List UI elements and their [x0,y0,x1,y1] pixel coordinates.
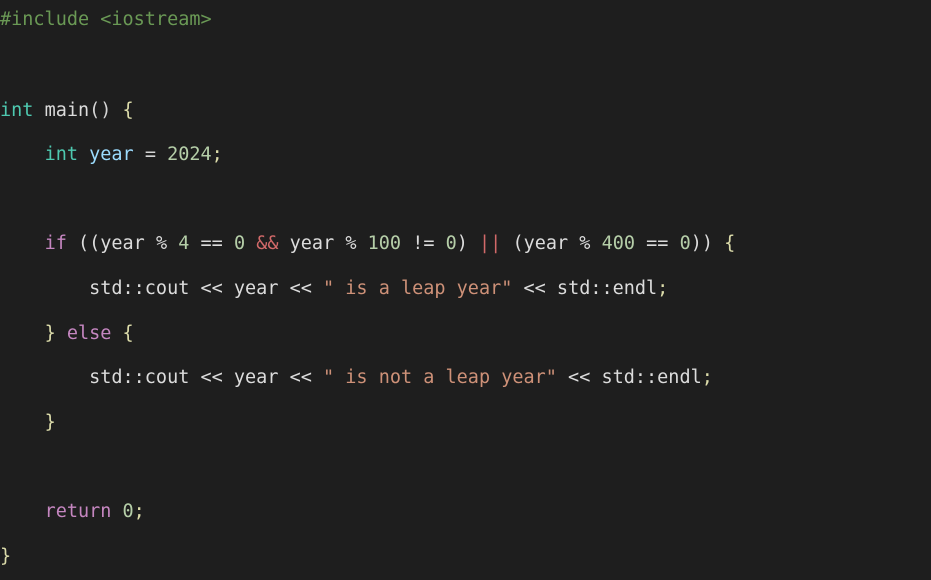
code-token-punct: } [44,322,56,344]
code-token-punct: ; [701,367,713,389]
code-token-punct: } [0,545,12,567]
code-token-str: " is a leap year" [323,277,513,299]
code-line[interactable] [0,44,931,89]
code-line[interactable]: return 0; [0,490,931,535]
code-line[interactable]: } [0,535,931,580]
code-token-plain: () [89,99,112,121]
code-token-preproc: #include <iostream> [0,9,212,30]
code-token-num: 2024 [167,144,212,166]
code-token-ident: std::cout << year << [89,277,324,299]
code-token-ident: (( [66,233,101,255]
code-editor[interactable]: #include <iostream> int main() { int yea… [0,0,931,580]
code-token-kw: else [66,322,112,344]
code-lines-container[interactable]: #include <iostream> int main() { int yea… [0,0,931,579]
code-token-num: 4 [178,233,190,255]
code-token-type: int [0,99,34,121]
code-token-ident: << std::endl [512,277,658,299]
code-token-num: 0 [122,500,134,522]
code-token-ident: == [189,233,234,255]
code-token-punct: } [44,411,56,433]
code-token-ident: % [334,233,368,255]
code-line[interactable]: } else { [0,312,931,357]
code-token-ident: std::cout << year << [89,367,324,389]
code-token-ident [245,233,256,254]
code-token-punct: { [724,233,736,255]
code-token-ident: year [289,233,335,255]
code-token-ident [713,233,724,254]
code-token-str: " is not a leap year" [323,367,557,389]
code-line[interactable] [0,178,931,223]
code-token-num: 0 [679,233,691,255]
code-token-num: 100 [367,233,402,255]
code-token-ident [279,233,290,254]
code-token-num: 0 [445,233,457,255]
code-line[interactable]: int year = 2024; [0,133,931,178]
code-token-ident: year [523,233,569,255]
code-token-ident: ) [456,233,468,255]
code-line[interactable]: std::cout << year << " is not a leap yea… [0,356,931,401]
code-token-punct: ; [133,500,145,522]
code-token-plain: = [144,144,156,166]
code-line[interactable]: std::cout << year << " is a leap year" <… [0,267,931,312]
code-line[interactable]: #include <iostream> [0,0,931,44]
code-token-ident: == [635,233,680,255]
code-token-op: || [479,233,502,255]
code-token-ident: ( [501,233,524,255]
code-token-num: 400 [601,233,636,255]
code-line[interactable]: int main() { [0,89,931,134]
code-token-ident: year [100,233,145,255]
code-token-ident: << std::endl [556,367,702,389]
code-token-var: year [89,144,134,166]
code-token-punct: ; [657,277,669,299]
code-line[interactable]: if ((year % 4 == 0 && year % 100 != 0) |… [0,222,931,267]
code-token-ident: % [568,233,602,255]
code-token-fn: main [44,99,90,121]
code-token-type: int [44,144,78,166]
code-token-punct: { [122,322,134,344]
code-line[interactable] [0,445,931,490]
code-token-punct: ; [211,144,223,166]
code-line[interactable]: } [0,401,931,446]
code-token-op: && [256,233,279,255]
code-token-num: 0 [233,233,246,255]
code-token-kw: if [44,233,67,255]
code-token-ident: )) [690,233,713,255]
code-token-ident: % [144,233,179,255]
code-token-kw: return [44,500,112,522]
code-token-ident [468,233,479,254]
code-token-ident: != [401,233,446,255]
code-token-punct: { [122,99,134,121]
